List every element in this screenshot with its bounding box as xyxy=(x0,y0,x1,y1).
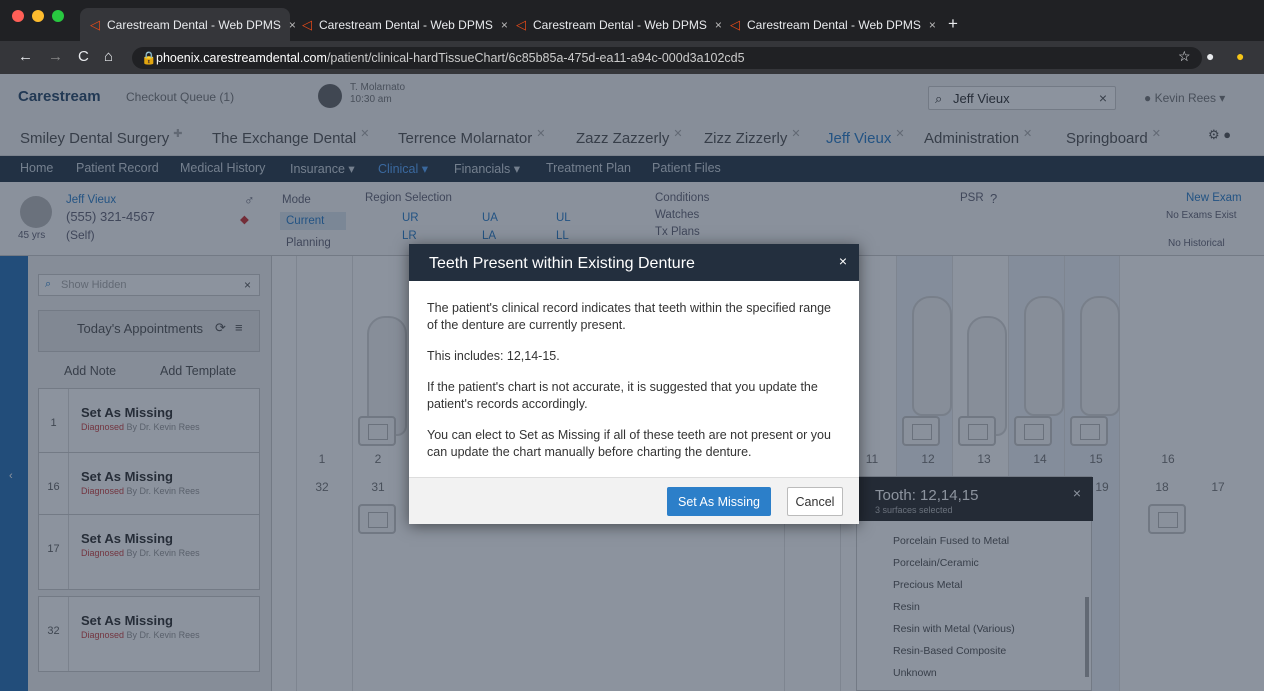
carestream-favicon-icon: ◁ xyxy=(730,16,740,32)
bookmark-star-icon[interactable]: ☆ xyxy=(1178,48,1191,65)
teeth-present-dialog: Teeth Present within Existing Denture × … xyxy=(409,244,859,524)
minimize-window-icon[interactable] xyxy=(32,10,44,22)
close-window-icon[interactable] xyxy=(12,10,24,22)
tab-close-icon[interactable]: × xyxy=(921,18,936,32)
back-icon[interactable]: ← xyxy=(18,48,33,65)
dialog-header: Teeth Present within Existing Denture xyxy=(409,244,859,281)
new-tab-icon[interactable]: + xyxy=(948,14,958,34)
cancel-button[interactable]: Cancel xyxy=(787,487,843,516)
home-icon[interactable]: ⌂ xyxy=(104,48,113,65)
dialog-title: Teeth Present within Existing Denture xyxy=(429,255,695,272)
profile-icon[interactable]: ● xyxy=(1206,48,1214,64)
dialog-body: The patient's clinical record indicates … xyxy=(427,300,843,475)
carestream-favicon-icon: ◁ xyxy=(302,16,312,32)
carestream-favicon-icon: ◁ xyxy=(90,16,100,32)
reload-icon[interactable]: C xyxy=(78,48,89,65)
lock-icon: 🔒 xyxy=(141,51,157,65)
browser-tab-1[interactable]: ◁ Carestream Dental - Web DPMS × xyxy=(80,8,296,41)
dialog-footer: Set As Missing Cancel xyxy=(409,477,859,524)
browser-tab-4[interactable]: ◁ Carestream Dental - Web DPMS × xyxy=(720,8,936,41)
dialog-paragraph: You can elect to Set as Missing if all o… xyxy=(427,428,831,459)
browser-tab-bar: ◁ Carestream Dental - Web DPMS × ◁ Carestre… xyxy=(0,0,1264,41)
carestream-favicon-icon: ◁ xyxy=(516,16,526,32)
set-as-missing-button[interactable]: Set As Missing xyxy=(667,487,771,516)
browser-tab-3[interactable]: ◁ Carestream Dental - Web DPMS × xyxy=(506,8,722,41)
dialog-paragraph: If the patient's chart is not accurate, … xyxy=(427,380,818,411)
browser-tab-2[interactable]: ◁ Carestream Dental - Web DPMS × xyxy=(292,8,508,41)
forward-icon[interactable]: → xyxy=(48,48,63,65)
url-input[interactable]: 🔒 phoenix.carestreamdental.com/patient/cl… xyxy=(132,47,1202,69)
dialog-paragraph: The patient's clinical record indicates … xyxy=(427,301,832,332)
maximize-window-icon[interactable] xyxy=(52,10,64,22)
screen: ◁ Carestream Dental - Web DPMS × ◁ Carestre… xyxy=(0,0,1264,691)
dialog-paragraph: This includes: 12,14-15. xyxy=(427,349,560,363)
close-icon[interactable]: × xyxy=(839,253,847,269)
extension-icon[interactable]: ● xyxy=(1236,48,1244,64)
